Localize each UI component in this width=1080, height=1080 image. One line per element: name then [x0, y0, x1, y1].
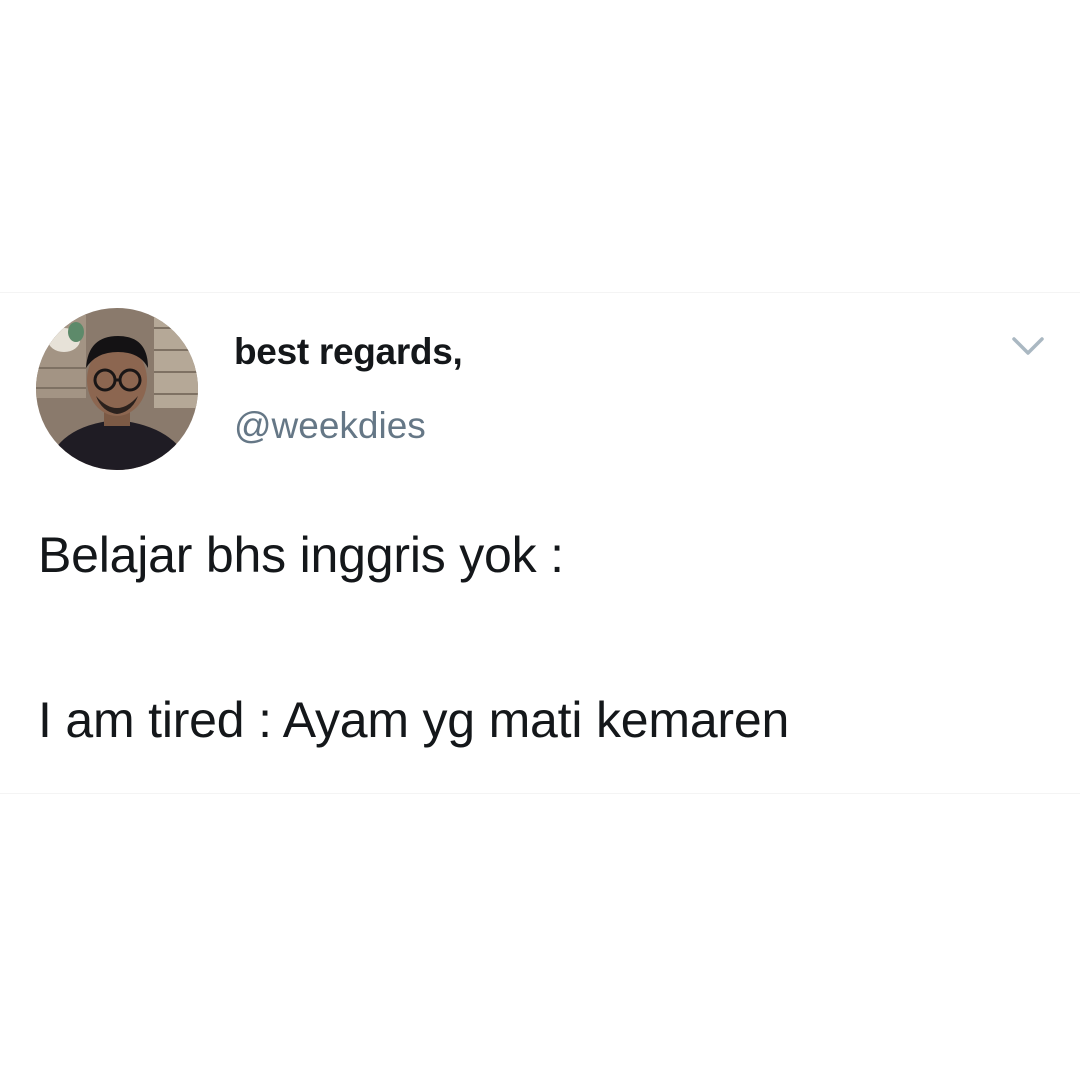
page: best regards, @weekdies Belajar bhs ingg… — [0, 0, 1080, 1080]
tweet-card[interactable]: best regards, @weekdies Belajar bhs ingg… — [0, 292, 1080, 794]
author-display-name[interactable]: best regards, — [234, 331, 463, 373]
chevron-down-icon[interactable] — [1008, 331, 1048, 361]
tweet-text-line: I am tired : Ayam yg mati kemaren — [38, 692, 790, 748]
avatar[interactable] — [36, 308, 198, 470]
tweet-text-line: Belajar bhs inggris yok : — [38, 527, 564, 583]
avatar-photo-icon — [36, 308, 198, 470]
author-handle[interactable]: @weekdies — [234, 405, 426, 447]
